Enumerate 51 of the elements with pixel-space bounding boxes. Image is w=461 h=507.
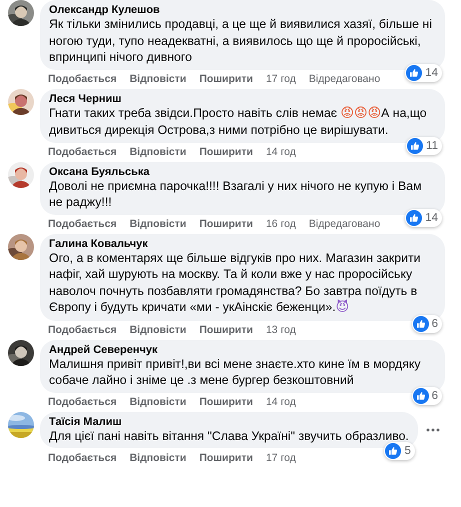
thumbs-up-icon [407, 138, 424, 154]
reaction-badge[interactable]: 5 [384, 442, 415, 460]
author-name[interactable]: Леся Черниш [49, 92, 436, 104]
timestamp[interactable]: 17 год [266, 452, 296, 464]
action-link[interactable]: Подобається [48, 396, 117, 408]
action-link[interactable]: Поширити [199, 396, 253, 408]
action-link[interactable]: Відповісти [130, 324, 186, 336]
reaction-badge[interactable]: 6 [412, 314, 442, 332]
thumbs-up-icon [406, 210, 422, 226]
action-link[interactable]: Подобається [48, 73, 117, 85]
action-link[interactable]: Поширити [199, 452, 253, 464]
action-link[interactable]: Поширити [199, 218, 253, 230]
timestamp[interactable]: 16 год [266, 218, 296, 230]
timestamp[interactable]: 13 год [266, 324, 296, 336]
reaction-badge[interactable]: 14 [405, 208, 442, 226]
timestamp[interactable]: 17 год [266, 73, 296, 85]
more-options-icon[interactable] [426, 428, 440, 432]
timestamp[interactable]: 14 год [266, 396, 296, 408]
action-link[interactable]: Подобається [48, 146, 117, 158]
author-name[interactable]: Андрей Северенчук [49, 344, 436, 356]
comment-text: Ого, а в коментарях ще більше відгуків про них. Магазин закрити нафіг, хай шурують на москву. Та й коли вже у нас проросійську наволоч почнуть позбавляти громадянства? Бо завтра поїдуть в Європу і будуть кричати «ми - укАінскіє беженци».😈 [49, 250, 422, 316]
action-link[interactable]: Відповісти [130, 218, 186, 230]
timestamp[interactable]: 14 год [266, 146, 296, 158]
action-link[interactable]: Поширити [199, 146, 253, 158]
author-name[interactable]: Оксана Буяльська [49, 166, 436, 178]
action-link[interactable]: Поширити [199, 324, 253, 336]
reaction-badge[interactable]: 6 [412, 386, 442, 404]
action-link[interactable]: Відповісти [130, 146, 186, 158]
thumbs-up-icon [385, 443, 402, 459]
comment-text: Як тільки змінились продавці, а це ще й виявилися хазяї, більше ні ногою туди, тупо неадекватні, а виявилось що ще й проросійські, впринципі нічого дивного [49, 16, 433, 66]
comment-text: Гнати таких треба звідси.Просто навіть слів немає 😡😡😡А на,що дивиться дирекція Острова,з ними потрібно це вирішувати. [49, 104, 428, 138]
action-link[interactable]: Поширити [199, 73, 253, 85]
action-link[interactable]: Відповісти [130, 452, 186, 464]
comment-text: Для цієї пані навіть вітання "Слава Україні" звучить образливо. [49, 428, 409, 444]
edited-label: Відредаговано [308, 73, 380, 85]
author-name[interactable]: Галина Ковальчук [49, 238, 436, 250]
action-link[interactable]: Подобається [48, 324, 117, 336]
reaction-badge[interactable]: 11 [406, 136, 442, 154]
author-name[interactable]: Олександр Кулешов [49, 4, 436, 16]
comment-text: Доволі не приємна парочка!!!! Взагалі у них нічого не купую і Вам не раджу!!! [49, 178, 423, 210]
thumbs-up-icon [412, 316, 429, 332]
author-name[interactable]: Таїсія Малиш [49, 416, 409, 428]
reaction-badge[interactable]: 14 [405, 64, 442, 82]
action-link[interactable]: Відповісти [130, 73, 186, 85]
thumbs-up-icon [406, 64, 422, 80]
action-link[interactable]: Подобається [48, 218, 117, 230]
edited-label: Відредаговано [308, 218, 380, 230]
action-link[interactable]: Подобається [48, 452, 117, 464]
action-link[interactable]: Відповісти [130, 396, 186, 408]
comment-text: Малишня привіт привіт!,ви всі мене знаєте.хто кине їм в мордяку собаче лайно і зніме це .з мене бургер безкоштовний [49, 356, 422, 388]
thumbs-up-icon [412, 388, 429, 404]
